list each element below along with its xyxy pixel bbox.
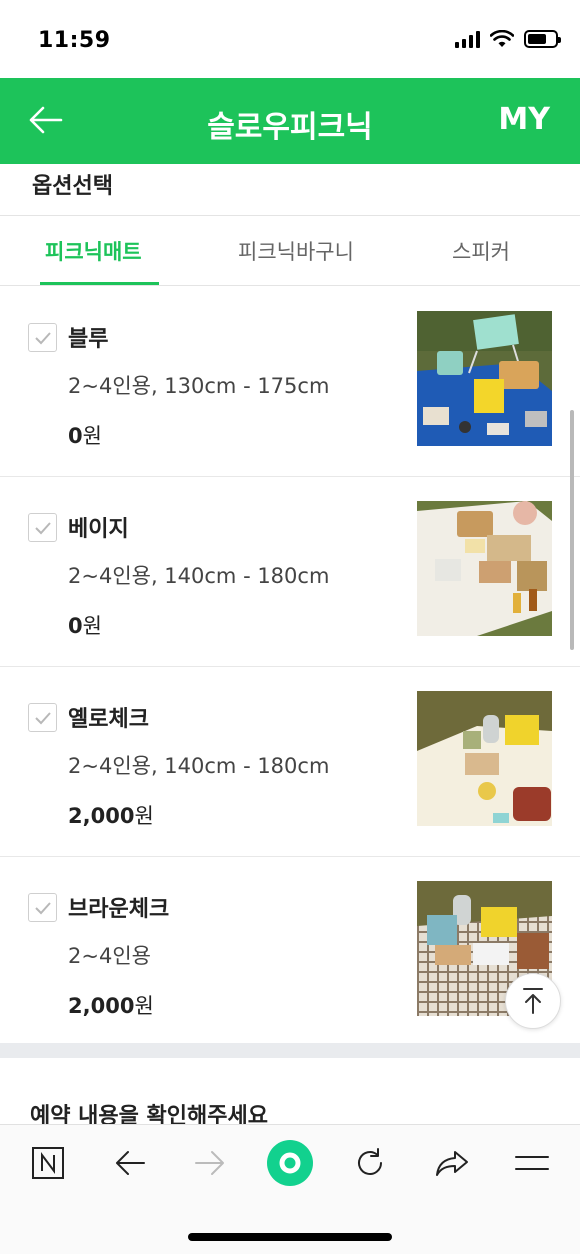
status-icons bbox=[455, 30, 561, 48]
price-unit: 원 bbox=[134, 994, 154, 1018]
option-price: 0원 bbox=[68, 420, 102, 450]
battery-icon bbox=[524, 30, 561, 48]
option-tabs: 피크닉매트 피크닉바구니 스피커 bbox=[0, 216, 580, 286]
price-amount: 2,000 bbox=[68, 804, 135, 828]
menu-button[interactable] bbox=[510, 1141, 554, 1185]
naver-n-icon bbox=[32, 1147, 64, 1179]
option-name: 블루 bbox=[68, 327, 109, 352]
list-item[interactable]: 블루 2~4인용, 130cm - 175cm 0원 bbox=[0, 287, 580, 477]
wifi-icon bbox=[490, 30, 514, 47]
option-price: 0원 bbox=[68, 610, 102, 640]
option-size: 2~4인용 bbox=[68, 944, 151, 968]
refresh-button[interactable] bbox=[348, 1141, 392, 1185]
section-title: 옵션선택 bbox=[32, 174, 113, 199]
app-header: 슬로우피크닉 MY bbox=[0, 78, 580, 164]
green-home-icon bbox=[267, 1140, 313, 1186]
option-price: 2,000원 bbox=[68, 800, 154, 830]
status-bar: 11:59 bbox=[0, 0, 580, 78]
option-name: 옐로체크 bbox=[68, 707, 149, 732]
option-price: 2,000원 bbox=[68, 990, 154, 1020]
tab-picnic-mat[interactable]: 피크닉매트 bbox=[45, 236, 142, 266]
check-icon bbox=[34, 331, 51, 344]
scrollbar[interactable] bbox=[570, 410, 574, 650]
option-list: 블루 2~4인용, 130cm - 175cm 0원 베이지 2~4인용, 14… bbox=[0, 287, 580, 1047]
price-amount: 0 bbox=[68, 424, 83, 448]
list-item[interactable]: 옐로체크 2~4인용, 140cm - 180cm 2,000원 bbox=[0, 667, 580, 857]
option-checkbox[interactable] bbox=[28, 703, 57, 732]
price-unit: 원 bbox=[82, 614, 102, 638]
list-item[interactable]: 브라운체크 2~4인용 2,000원 bbox=[0, 857, 580, 1047]
my-button[interactable]: MY bbox=[498, 102, 550, 137]
price-amount: 0 bbox=[68, 614, 83, 638]
list-item[interactable]: 베이지 2~4인용, 140cm - 180cm 0원 bbox=[0, 477, 580, 667]
share-button[interactable] bbox=[430, 1141, 474, 1185]
active-tab-indicator bbox=[40, 282, 159, 285]
option-checkbox[interactable] bbox=[28, 323, 57, 352]
price-unit: 원 bbox=[82, 424, 102, 448]
browser-toolbar bbox=[0, 1124, 580, 1254]
option-size: 2~4인용, 130cm - 175cm bbox=[68, 374, 330, 398]
option-checkbox[interactable] bbox=[28, 893, 57, 922]
tab-picnic-basket[interactable]: 피크닉바구니 bbox=[238, 236, 354, 266]
option-thumbnail bbox=[417, 311, 552, 446]
arrow-up-icon bbox=[523, 988, 543, 1014]
share-icon bbox=[436, 1151, 468, 1176]
refresh-icon bbox=[358, 1148, 382, 1175]
scroll-top-button[interactable] bbox=[505, 973, 561, 1029]
status-time: 11:59 bbox=[38, 28, 111, 53]
check-icon bbox=[34, 521, 51, 534]
option-size: 2~4인용, 140cm - 180cm bbox=[68, 564, 330, 588]
signal-icon bbox=[455, 30, 480, 48]
forward-arrow-icon bbox=[195, 1151, 224, 1175]
price-amount: 2,000 bbox=[68, 994, 135, 1018]
price-unit: 원 bbox=[134, 804, 154, 828]
back-arrow-icon bbox=[116, 1151, 145, 1175]
option-thumbnail bbox=[417, 691, 552, 826]
forward-nav-button[interactable] bbox=[188, 1141, 232, 1185]
home-button[interactable] bbox=[266, 1139, 314, 1187]
naver-button[interactable] bbox=[26, 1141, 70, 1185]
option-checkbox[interactable] bbox=[28, 513, 57, 542]
option-name: 베이지 bbox=[68, 517, 129, 542]
confirm-title: 예약 내용을 확인해주세요 bbox=[30, 1104, 268, 1124]
tab-speaker[interactable]: 스피커 bbox=[452, 236, 510, 266]
page-title: 슬로우피크닉 bbox=[207, 110, 373, 145]
check-icon bbox=[34, 901, 51, 914]
option-size: 2~4인용, 140cm - 180cm bbox=[68, 754, 330, 778]
section-separator bbox=[0, 1043, 580, 1058]
check-icon bbox=[34, 711, 51, 724]
menu-icon bbox=[515, 1156, 549, 1170]
option-thumbnail bbox=[417, 501, 552, 636]
home-indicator bbox=[188, 1233, 392, 1241]
tab-scroll-fade bbox=[540, 216, 580, 284]
back-nav-button[interactable] bbox=[108, 1141, 152, 1185]
option-name: 브라운체크 bbox=[68, 897, 170, 922]
